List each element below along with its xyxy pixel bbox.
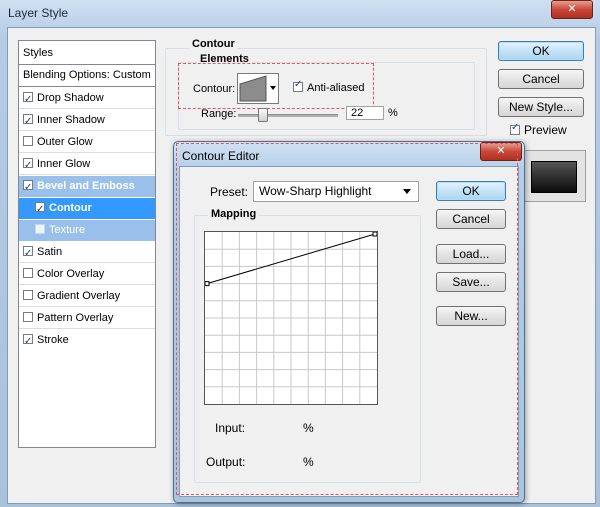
style-label: Contour	[49, 202, 92, 214]
checkbox-icon[interactable]	[23, 111, 33, 130]
range-slider-track[interactable]	[238, 114, 338, 117]
cancel-button[interactable]: Cancel	[498, 69, 584, 89]
style-label: Inner Glow	[37, 158, 91, 170]
input-label: Input:	[215, 421, 246, 435]
editor-ok-button[interactable]: OK	[436, 181, 506, 201]
range-label: Range:	[201, 108, 237, 120]
close-icon: ✕	[567, 2, 577, 15]
style-label: Gradient Overlay	[37, 290, 121, 302]
mapping-grid[interactable]	[204, 231, 378, 405]
style-outer-glow[interactable]: Outer Glow	[19, 132, 155, 153]
save-button[interactable]: Save...	[436, 272, 506, 292]
style-drop-shadow[interactable]: Drop Shadow	[19, 88, 155, 109]
styles-list: Styles Blending Options: Custom Drop Sha…	[18, 40, 156, 448]
window-close-button[interactable]: ✕	[551, 0, 593, 19]
style-label: Outer Glow	[37, 136, 93, 148]
style-label: Inner Shadow	[37, 114, 105, 126]
style-satin[interactable]: Satin	[19, 242, 155, 263]
style-label: Texture	[49, 224, 86, 236]
checkbox-icon[interactable]	[510, 122, 520, 135]
checkbox-icon[interactable]	[23, 243, 33, 262]
range-input[interactable]: 22	[346, 106, 384, 120]
ok-button[interactable]: OK	[498, 41, 584, 61]
style-gradient-overlay[interactable]: Gradient Overlay	[19, 286, 155, 307]
mapping-grid-svg[interactable]	[205, 232, 377, 404]
preset-label: Preset:	[210, 185, 249, 199]
style-label: Stroke	[37, 334, 69, 346]
editor-cancel-button[interactable]: Cancel	[436, 209, 506, 229]
new-style-button[interactable]: New Style...	[498, 97, 584, 117]
preview-swatch	[531, 161, 577, 193]
style-label: Pattern Overlay	[37, 312, 114, 324]
checkbox-icon[interactable]	[35, 224, 45, 234]
checkbox-icon[interactable]	[35, 199, 45, 219]
style-label: Drop Shadow	[37, 92, 104, 104]
checkbox-icon[interactable]	[23, 290, 33, 300]
range-percent: %	[388, 107, 398, 119]
style-inner-shadow[interactable]: Inner Shadow	[19, 110, 155, 131]
checkbox-icon[interactable]	[23, 331, 33, 351]
preset-select[interactable]: Wow-Sharp Highlight	[253, 181, 419, 202]
contour-title: Contour	[189, 38, 238, 50]
preview-label: Preview	[524, 123, 567, 137]
style-label: Color Overlay	[37, 268, 105, 280]
checkbox-icon[interactable]	[23, 312, 33, 322]
style-stroke[interactable]: Stroke	[19, 330, 155, 351]
checkbox-icon[interactable]	[23, 177, 33, 197]
blending-options[interactable]: Blending Options: Custom	[19, 65, 155, 87]
checkbox-icon[interactable]	[23, 136, 33, 146]
style-inner-glow[interactable]: Inner Glow	[19, 154, 155, 175]
preview-checkbox[interactable]: Preview	[510, 122, 567, 137]
style-label: Satin	[37, 246, 63, 258]
style-color-overlay[interactable]: Color Overlay	[19, 264, 155, 285]
style-contour[interactable]: Contour	[19, 198, 155, 219]
output-label: Output:	[206, 455, 246, 469]
style-texture[interactable]: Texture	[19, 220, 155, 241]
style-label: Bevel and Emboss	[37, 180, 135, 192]
range-slider-thumb[interactable]	[258, 108, 268, 122]
window-title: Layer Style	[8, 6, 69, 20]
checkbox-icon[interactable]	[23, 155, 33, 174]
mapping-title: Mapping	[208, 208, 260, 220]
load-button[interactable]: Load...	[436, 244, 506, 264]
style-bevel-emboss[interactable]: Bevel and Emboss	[19, 176, 155, 197]
checkbox-icon[interactable]	[23, 89, 33, 108]
curve-point	[205, 281, 210, 287]
preview-swatch-frame	[520, 150, 586, 202]
highlight-box-contour	[178, 63, 374, 109]
chevron-down-icon	[403, 189, 411, 194]
checkbox-icon[interactable]	[23, 268, 33, 278]
style-pattern-overlay[interactable]: Pattern Overlay	[19, 308, 155, 329]
grid-lines	[205, 232, 377, 404]
curve-point	[372, 232, 377, 237]
input-percent: %	[303, 421, 314, 435]
preset-value: Wow-Sharp Highlight	[259, 184, 372, 198]
output-percent: %	[303, 455, 314, 469]
new-button[interactable]: New...	[436, 306, 506, 326]
styles-header[interactable]: Styles	[19, 41, 155, 65]
